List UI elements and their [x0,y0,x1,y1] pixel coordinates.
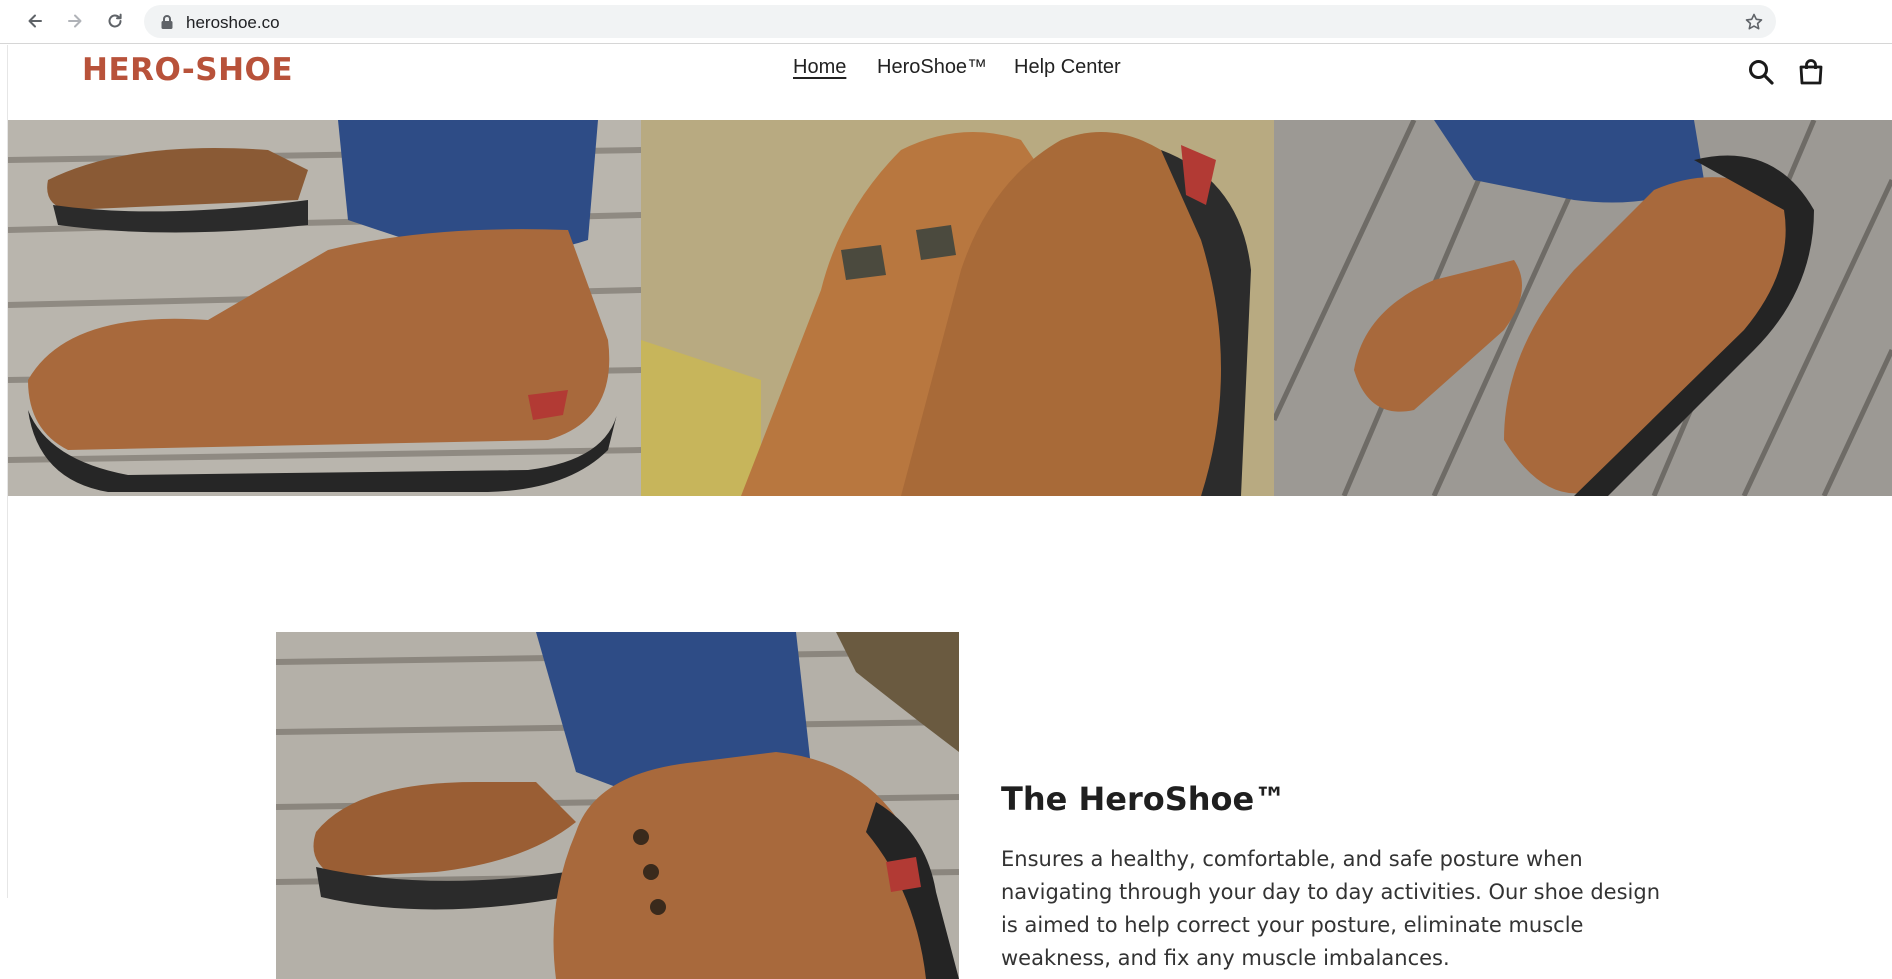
feature-image-lace-up-shoe[interactable] [276,632,959,979]
hero-image-shoe-pair[interactable] [641,120,1274,496]
lock-icon [161,15,173,29]
back-arrow-icon[interactable] [20,6,50,36]
nav-heroshoe[interactable]: HeroShoe™ [877,56,987,79]
url-text: heroshoe.co [186,13,280,32]
nav-help-center[interactable]: Help Center [1014,56,1121,79]
hero-image-shoe-aerial[interactable] [1274,120,1892,496]
hero-image-shoe-side[interactable] [8,120,641,496]
reload-icon[interactable] [100,6,130,36]
cart-icon[interactable] [1797,58,1825,86]
main-navigation: Home HeroShoe™ Help Center [0,56,1892,86]
browser-toolbar: heroshoe.co [0,0,1892,44]
feature-description: Ensures a healthy, comfortable, and safe… [1001,847,1660,970]
search-icon[interactable] [1747,58,1775,86]
nav-home[interactable]: Home [793,56,846,79]
address-bar[interactable]: heroshoe.co [144,5,1776,38]
feature-title: The HeroShoe™ [1001,780,1287,818]
star-icon[interactable] [1744,12,1764,32]
forward-arrow-icon[interactable] [60,6,90,36]
